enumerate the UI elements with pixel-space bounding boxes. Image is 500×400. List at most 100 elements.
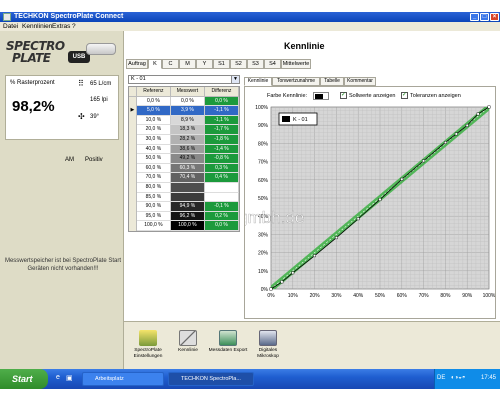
table-row[interactable]: 70,0 % 70,4 % 0,4 % <box>129 173 239 183</box>
x-tick-label: 50% <box>375 293 386 299</box>
row-indicator <box>129 163 137 174</box>
cell-differenz: -1,7 % <box>204 125 239 135</box>
tool-spectroplate-settings[interactable]: SpectroPlate Einstellungen <box>128 330 168 368</box>
sollwerte-label: Sollwerte anzeigen <box>349 93 396 99</box>
tab-kennlinie[interactable]: Kennlinie <box>244 77 272 86</box>
legend-label: K - 01 <box>293 117 308 123</box>
menu-kennlinien[interactable]: Kennlinien <box>22 23 52 30</box>
tab-c[interactable]: C <box>162 59 179 69</box>
sollwerte-checkbox[interactable]: ✓ <box>340 92 347 99</box>
start-button[interactable]: Start <box>0 369 48 389</box>
toleranzen-checkbox[interactable]: ✓ <box>401 92 408 99</box>
cell-referenz: 10,0 % <box>136 115 171 126</box>
measurement-card: % Rasterprozent 98,2% ⠿ 65 L/cm 165 lpi … <box>5 75 119 140</box>
page-title: Kennlinie <box>284 41 325 51</box>
table-row[interactable]: 85,0 % <box>129 192 239 203</box>
left-panel: SPECTRO PLATE USB % Rasterprozent 98,2% … <box>0 31 124 369</box>
tab-s1[interactable]: S1 <box>213 59 230 69</box>
tab-y[interactable]: Y <box>196 59 213 69</box>
table-row[interactable]: 90,0 % 94,9 % -0,1 % <box>129 202 239 212</box>
table-row[interactable]: 100,0 % 100,0 % 0,0 % <box>129 221 239 231</box>
tool-kennlinie[interactable]: Kennlinie <box>168 330 208 368</box>
table-row[interactable]: 40,0 % 38,6 % -1,4 % <box>129 144 239 155</box>
cell-messwert: 49,2 % <box>170 154 205 164</box>
taskbar-arbeitsplatz[interactable]: Arbeitsplatz <box>82 372 164 386</box>
export-icon <box>219 330 237 346</box>
row-indicator <box>129 211 137 222</box>
cell-differenz: 0,3 % <box>204 163 239 174</box>
table-row[interactable]: 20,0 % 18,3 % -1,7 % <box>129 125 239 135</box>
tab-k[interactable]: K <box>148 59 162 69</box>
table-row[interactable]: 80,0 % <box>129 182 239 193</box>
cell-messwert: 70,4 % <box>170 173 205 183</box>
legend-swatch <box>282 116 290 122</box>
row-indicator <box>129 192 137 203</box>
memory-message: Messwertspeicher ist bei SpectroPlate St… <box>4 258 122 272</box>
table-header: Referenz Messwert Differenz <box>129 87 239 97</box>
y-tick-label: 50% <box>258 196 269 202</box>
cell-referenz: 85,0 % <box>136 192 171 203</box>
cell-referenz: 60,0 % <box>136 163 171 174</box>
cell-referenz: 50,0 % <box>136 154 171 164</box>
cell-referenz: 95,0 % <box>136 211 171 222</box>
tab-m[interactable]: M <box>179 59 196 69</box>
menu-extras[interactable]: Extras <box>52 23 70 30</box>
data-point <box>443 141 447 144</box>
row-indicator <box>129 154 137 164</box>
table-row[interactable]: 50,0 % 49,2 % -0,8 % <box>129 154 239 164</box>
cell-referenz: 90,0 % <box>136 202 171 212</box>
cell-messwert: 38,6 % <box>170 144 205 155</box>
system-tray: DE ◐◑◒◓ 17:45 <box>434 369 500 389</box>
quicklaunch-folder-icon[interactable]: ▣ <box>66 374 73 382</box>
tab-s2[interactable]: S2 <box>230 59 247 69</box>
values-table: Referenz Messwert Differenz 0,0 % 0,0 % 0,… <box>128 86 240 232</box>
cell-referenz: 100,0 % <box>136 221 171 231</box>
curve-color-picker[interactable] <box>313 92 329 100</box>
close-button[interactable]: × <box>490 13 499 21</box>
tab-tonwertzunahme[interactable]: Tonwertzunahme <box>272 77 320 86</box>
watermark-text: www.3p-gmbh.de <box>245 208 304 227</box>
window-titlebar[interactable]: TECHKON SpectroPlate Connect _ □ × <box>0 12 500 22</box>
taskbar: Start e ▣ Arbeitsplatz TECHKON SpectroPl… <box>0 369 500 389</box>
tab-s4[interactable]: S4 <box>264 59 281 69</box>
table-row[interactable]: ▶ 5,0 % 3,9 % -1,1 % <box>129 106 239 116</box>
cell-differenz: 0,2 % <box>204 211 239 222</box>
tray-language[interactable]: DE <box>437 375 445 381</box>
tab-tabelle[interactable]: Tabelle <box>320 77 344 86</box>
row-indicator <box>129 125 137 135</box>
table-row[interactable]: 60,0 % 60,3 % 0,3 % <box>129 163 239 174</box>
data-point <box>280 280 284 284</box>
minimize-button[interactable]: _ <box>470 13 479 21</box>
tool-messdaten-export[interactable]: Messdaten Export <box>208 330 248 368</box>
tool-digitales-mikroskop[interactable]: Digitales Mikroskop <box>248 330 288 368</box>
x-tick-label: 20% <box>310 293 321 299</box>
cell-differenz <box>204 192 239 203</box>
tab-mittelwerte[interactable]: Mittelwerte <box>281 59 311 69</box>
x-tick-label: 80% <box>440 293 451 299</box>
tab-auftrag[interactable]: Auftrag <box>126 59 148 69</box>
table-row[interactable]: 30,0 % 28,2 % -1,8 % <box>129 134 239 145</box>
tray-icons[interactable]: ◐◑◒◓ <box>451 375 466 381</box>
table-row[interactable]: 95,0 % 96,2 % 0,2 % <box>129 211 239 222</box>
taskbar-spectroplate[interactable]: TECHKON SpectroPla... <box>168 372 254 386</box>
menu-datei[interactable]: Datei <box>3 23 18 30</box>
chart-panel: Farbe Kennlinie: ✓ Sollwerte anzeigen ✓ … <box>244 86 496 319</box>
cell-messwert: 0,0 % <box>170 96 205 107</box>
angle-icon: ✣ <box>78 112 85 121</box>
menu-help[interactable]: ? <box>72 23 76 30</box>
quicklaunch-ie-icon[interactable]: e <box>56 374 60 381</box>
farbe-label: Farbe Kennlinie: <box>267 93 308 99</box>
table-row[interactable]: 0,0 % 0,0 % 0,0 % <box>129 96 239 107</box>
maximize-button[interactable]: □ <box>480 13 489 21</box>
app-icon <box>3 13 11 21</box>
cell-messwert: 60,3 % <box>170 163 205 174</box>
tool-label: SpectroPlate Einstellungen <box>133 348 163 359</box>
table-row[interactable]: 10,0 % 8,9 % -1,1 % <box>129 115 239 126</box>
row-indicator <box>129 202 137 212</box>
tab-kommentar[interactable]: Kommentar <box>344 77 376 86</box>
tab-s3[interactable]: S3 <box>247 59 264 69</box>
measure-label: % Rasterprozent <box>10 80 55 86</box>
row-indicator <box>129 221 137 231</box>
curve-select[interactable]: K - 01 ▼ <box>128 75 240 84</box>
chevron-down-icon[interactable]: ▼ <box>231 76 239 83</box>
